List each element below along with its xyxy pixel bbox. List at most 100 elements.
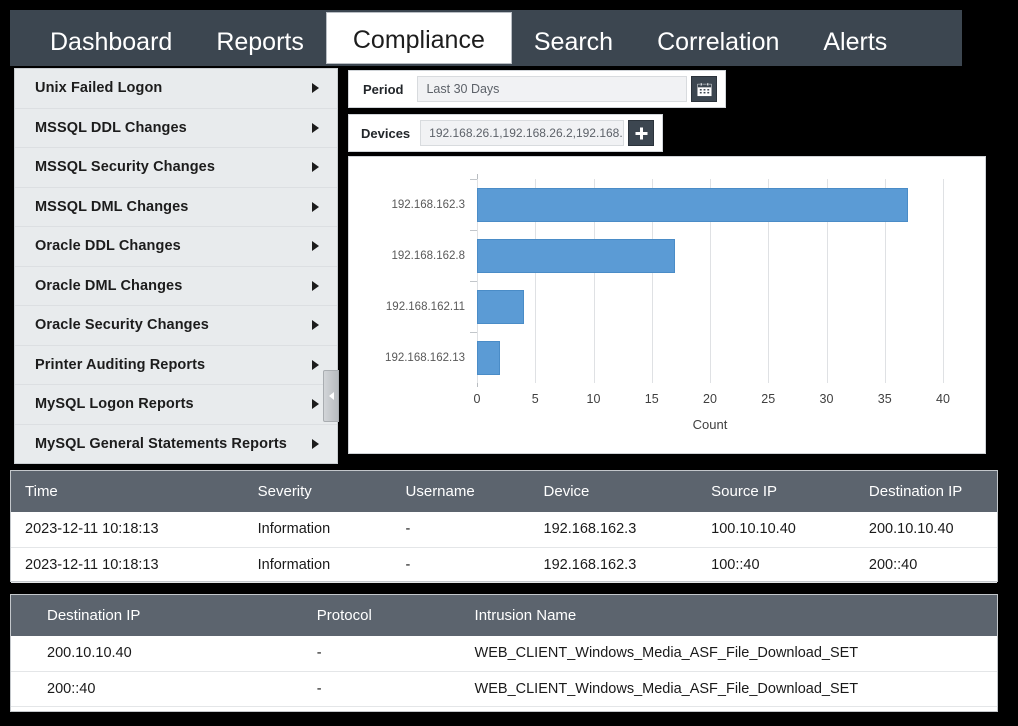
chart-y-tick <box>470 179 477 180</box>
nav-tab-correlation[interactable]: Correlation <box>635 19 801 66</box>
intrusion-column-header[interactable]: Destination IP <box>11 595 307 636</box>
events-column-header[interactable]: Time <box>11 471 248 512</box>
sidebar-item-printer-auditing-reports[interactable]: Printer Auditing Reports <box>15 346 337 385</box>
device-count-bar-chart: Count 0 5 10 15 20 25 30 35 40 192.168.162.3 192.1… <box>348 156 986 454</box>
chevron-right-icon <box>312 280 319 291</box>
chart-bar-row: 192.168.162.8 <box>391 230 943 281</box>
intrusion-cell-protocol: - <box>306 671 465 707</box>
chart-y-tick <box>470 230 477 231</box>
chart-category-label: 192.168.162.3 <box>391 198 465 211</box>
events-cell-time: 2023-12-11 10:18:13 <box>11 547 248 583</box>
intrusion-cell-intrusion-name: WEB_CLIENT_Windows_Media_ASF_File_Downlo… <box>464 636 997 672</box>
chart-bar-row: 192.168.162.13 <box>385 332 943 383</box>
events-column-header[interactable]: Severity <box>247 471 396 512</box>
intrusion-column-header[interactable]: Intrusion Name <box>464 595 997 636</box>
sidebar-item-oracle-security-changes[interactable]: Oracle Security Changes <box>15 306 337 346</box>
sidebar-item-label: Oracle Security Changes <box>35 317 209 334</box>
sidebar-item-label: Printer Auditing Reports <box>35 356 206 373</box>
sidebar-item-label: Oracle DML Changes <box>35 277 183 294</box>
top-navigation-bar: Dashboard Reports Compliance Search Correlat… <box>10 10 962 66</box>
calendar-icon-button[interactable] <box>691 76 717 102</box>
sidebar-item-label: MySQL General Statements Reports <box>35 436 287 453</box>
chevron-right-icon <box>312 399 319 410</box>
sidebar-item-mssql-ddl-changes[interactable]: MSSQL DDL Changes <box>15 109 337 148</box>
chart-y-tick <box>470 281 477 282</box>
nav-tab-alerts[interactable]: Alerts <box>801 19 909 66</box>
sidebar-item-mysql-logon-reports[interactable]: MySQL Logon Reports <box>15 385 337 425</box>
chart-gridline <box>943 179 944 383</box>
chart-bar[interactable] <box>477 340 501 375</box>
chart-category-label: 192.168.162.13 <box>385 351 465 364</box>
events-column-header[interactable]: Device <box>533 471 702 512</box>
sidebar-item-mysql-general-statements-reports[interactable]: MySQL General Statements Reports <box>15 425 337 464</box>
events-cell-username: - <box>395 512 534 548</box>
chart-bar[interactable] <box>477 289 524 324</box>
events-cell-severity: Information <box>247 512 396 548</box>
intrusion-cell-intrusion-name: WEB_CLIENT_Windows_Media_ASF_File_Downlo… <box>464 671 997 707</box>
intrusion-column-header[interactable]: Protocol <box>306 595 465 636</box>
table-row[interactable]: 200.10.10.40- WEB_CLIENT_Windows_Media_AS… <box>11 636 997 672</box>
nav-tab-search[interactable]: Search <box>512 19 635 66</box>
events-cell-source-ip: 100.10.10.40 <box>701 512 859 548</box>
chart-category-label: 192.168.162.11 <box>385 300 465 313</box>
table-row[interactable]: 2023-12-11 10:18:13 Information -192.168.1… <box>11 547 997 583</box>
table-header-row: Time Severity Username Device Source IP Desti… <box>11 471 997 512</box>
sidebar-item-oracle-dml-changes[interactable]: Oracle DML Changes <box>15 267 337 306</box>
chevron-right-icon <box>312 83 319 94</box>
chevron-right-icon <box>312 359 319 370</box>
chevron-right-icon <box>312 201 319 212</box>
chevron-right-icon <box>312 162 319 173</box>
devices-label: Devices <box>361 125 411 141</box>
chart-x-tick-label: 35 <box>877 392 892 406</box>
chart-bar[interactable] <box>477 238 676 273</box>
chart-category-label: 192.168.162.8 <box>391 249 465 262</box>
events-column-header[interactable]: Destination IP <box>858 471 997 512</box>
add-device-button[interactable] <box>628 120 654 146</box>
chart-y-tick <box>470 332 477 333</box>
table-header-row: Destination IP Protocol Intrusion Name <box>11 595 997 636</box>
chart-x-tick-label: 10 <box>586 392 601 406</box>
events-cell-severity: Information <box>247 547 396 583</box>
sidebar-item-oracle-ddl-changes[interactable]: Oracle DDL Changes <box>15 227 337 267</box>
sidebar-item-label: MySQL Logon Reports <box>35 396 194 413</box>
chart-x-tick-label: 0 <box>473 392 481 406</box>
sidebar-item-unix-failed-logon[interactable]: Unix Failed Logon <box>15 69 337 109</box>
nav-tab-reports[interactable]: Reports <box>194 19 326 66</box>
sidebar-item-mssql-security-changes[interactable]: MSSQL Security Changes <box>15 148 337 188</box>
events-table: Time Severity Username Device Source IP Desti… <box>10 470 998 583</box>
sidebar-item-label: MSSQL DML Changes <box>35 198 189 215</box>
period-filter-row: Period Last 30 Days <box>348 70 726 108</box>
period-input[interactable]: Last 30 Days <box>417 76 687 102</box>
events-column-header[interactable]: Source IP <box>701 471 859 512</box>
events-column-header[interactable]: Username <box>395 471 534 512</box>
intrusion-cell-destination-ip: 200::40 <box>11 671 307 707</box>
chevron-right-icon <box>312 122 319 133</box>
table-row[interactable]: 200::40- WEB_CLIENT_Windows_Media_ASF_Fil… <box>11 671 997 707</box>
chart-x-tick-label: 25 <box>761 392 776 406</box>
chevron-right-icon <box>312 241 319 252</box>
intrusion-cell-protocol: - <box>306 636 465 672</box>
intrusion-cell-destination-ip: 200.10.10.40 <box>11 636 307 672</box>
devices-filter-row: Devices 192.168.26.1,192.168.26.2,192.16… <box>348 114 663 152</box>
events-cell-device: 192.168.162.3 <box>533 512 702 548</box>
chart-x-tick-label: 15 <box>644 392 659 406</box>
chart-bar-row: 192.168.162.3 <box>391 179 943 230</box>
chart-bar[interactable] <box>477 187 909 222</box>
sidebar-item-label: Unix Failed Logon <box>35 80 163 97</box>
report-category-sidebar[interactable]: Unix Failed Logon MSSQL DDL Changes MSSQL … <box>14 68 338 464</box>
devices-input[interactable]: 192.168.26.1,192.168.26.2,192.168.2 ... <box>420 120 624 146</box>
chart-x-tick-label: 40 <box>936 392 950 406</box>
chart-x-tick-label: 30 <box>819 392 834 406</box>
plus-icon <box>635 127 647 139</box>
events-cell-destination-ip: 200::40 <box>858 547 997 583</box>
events-cell-source-ip: 100::40 <box>701 547 859 583</box>
sidebar-collapse-handle[interactable] <box>323 370 339 422</box>
intrusion-table: Destination IP Protocol Intrusion Name 200… <box>10 594 998 712</box>
period-label: Period <box>363 81 404 97</box>
nav-tab-dashboard[interactable]: Dashboard <box>28 19 194 66</box>
chart-x-tick-label: 20 <box>703 392 717 406</box>
nav-tab-compliance[interactable]: Compliance <box>325 12 512 64</box>
sidebar-item-mssql-dml-changes[interactable]: MSSQL DML Changes <box>15 188 337 227</box>
events-cell-time: 2023-12-11 10:18:13 <box>11 512 248 548</box>
table-row[interactable]: 2023-12-11 10:18:13 Information -192.168.1… <box>11 512 997 548</box>
